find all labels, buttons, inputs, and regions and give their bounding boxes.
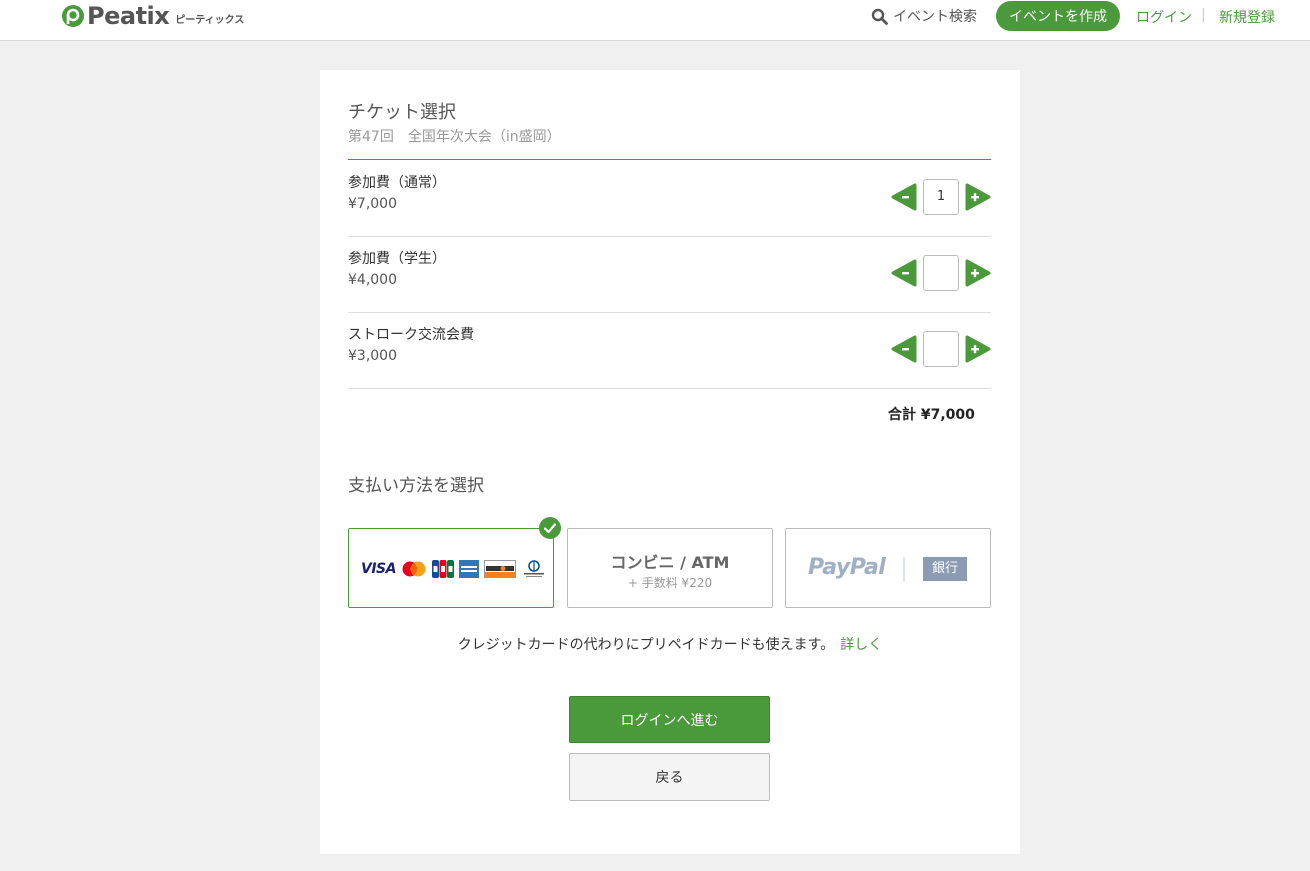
- page-title: チケット選択: [348, 102, 456, 123]
- visa-logo: VISA: [361, 561, 396, 577]
- bank-badge: 銀行: [923, 557, 967, 581]
- event-search-label: イベント検索: [893, 9, 977, 25]
- ticket-selection-card: チケット選択 第47回 全国年次大会（in盛岡） 参加費（通常） ¥7,000 …: [320, 70, 1020, 854]
- site-header: Peatix ピーティックス イベント検索 イベントを作成 ログイン | 新規登…: [0, 0, 1310, 41]
- decrement-button[interactable]: [891, 183, 917, 211]
- event-name: 第47回 全国年次大会（in盛岡）: [348, 129, 561, 145]
- order-total: 合計 ¥7,000: [888, 407, 975, 423]
- diners-club-icon: [523, 560, 544, 577]
- ticket-price: ¥7,000: [348, 196, 397, 212]
- create-event-button[interactable]: イベントを作成: [996, 1, 1120, 31]
- increment-button[interactable]: [965, 259, 991, 287]
- paypal-logo: PayPal: [808, 555, 886, 580]
- card-brand-logos: VISA: [361, 560, 547, 578]
- ticket-name: 参加費（学生）: [348, 251, 446, 267]
- payment-option-credit-card[interactable]: VISA: [348, 517, 561, 608]
- mastercard-icon: [402, 561, 426, 577]
- quantity-stepper: 1: [891, 179, 991, 215]
- proceed-to-login-button[interactable]: ログインへ進む: [569, 696, 770, 743]
- ticket-name: 参加費（通常）: [348, 175, 446, 191]
- peatix-logo[interactable]: Peatix ピーティックス: [61, 3, 244, 29]
- quantity-stepper: [891, 331, 991, 367]
- discover-icon: [483, 560, 516, 578]
- increment-button[interactable]: [965, 183, 991, 211]
- event-search-link[interactable]: イベント検索: [871, 6, 977, 26]
- ticket-price: ¥4,000: [348, 272, 397, 288]
- convenience-atm-label: コンビニ / ATM: [610, 553, 730, 572]
- quantity-stepper: [891, 255, 991, 291]
- details-link[interactable]: 詳しく: [840, 637, 882, 653]
- paypal-bank-divider: [903, 557, 905, 581]
- payment-method-title: 支払い方法を選択: [348, 476, 484, 496]
- prepaid-card-note: クレジットカードの代わりにプリペイドカードも使えます。 詳しく: [320, 634, 1020, 654]
- decrement-button[interactable]: [891, 259, 917, 287]
- ticket-name: ストローク交流会費: [348, 327, 474, 343]
- increment-button[interactable]: [965, 335, 991, 363]
- search-icon: [871, 8, 888, 25]
- quantity-input[interactable]: [923, 331, 959, 367]
- back-button[interactable]: 戻る: [569, 753, 770, 801]
- prepaid-note-text: クレジットカードの代わりにプリペイドカードも使えます。: [457, 637, 835, 653]
- quantity-input[interactable]: [923, 255, 959, 291]
- ticket-row: 参加費（通常） ¥7,000 1: [348, 161, 991, 237]
- login-link[interactable]: ログイン: [1136, 7, 1192, 27]
- ticket-row: ストローク交流会費 ¥3,000: [348, 313, 991, 389]
- decrement-button[interactable]: [891, 335, 917, 363]
- ticket-row: 参加費（学生） ¥4,000: [348, 237, 991, 313]
- logo-kana: ピーティックス: [175, 14, 245, 26]
- selected-check-icon: [539, 517, 561, 539]
- convenience-fee-label: + 手数料 ¥220: [627, 576, 713, 590]
- nav-separator: |: [1201, 7, 1206, 23]
- amex-icon: [458, 560, 479, 578]
- peatix-logo-icon: [62, 5, 84, 27]
- payment-option-convenience-store[interactable]: コンビニ / ATM + 手数料 ¥220: [567, 528, 773, 608]
- ticket-price: ¥3,000: [348, 348, 397, 364]
- section-divider: [348, 159, 991, 160]
- logo-wordmark: Peatix: [87, 2, 170, 30]
- signup-link[interactable]: 新規登録: [1219, 7, 1275, 27]
- payment-option-paypal-bank[interactable]: PayPal 銀行: [785, 528, 991, 608]
- quantity-input[interactable]: 1: [923, 179, 959, 215]
- jcb-icon: [431, 560, 454, 578]
